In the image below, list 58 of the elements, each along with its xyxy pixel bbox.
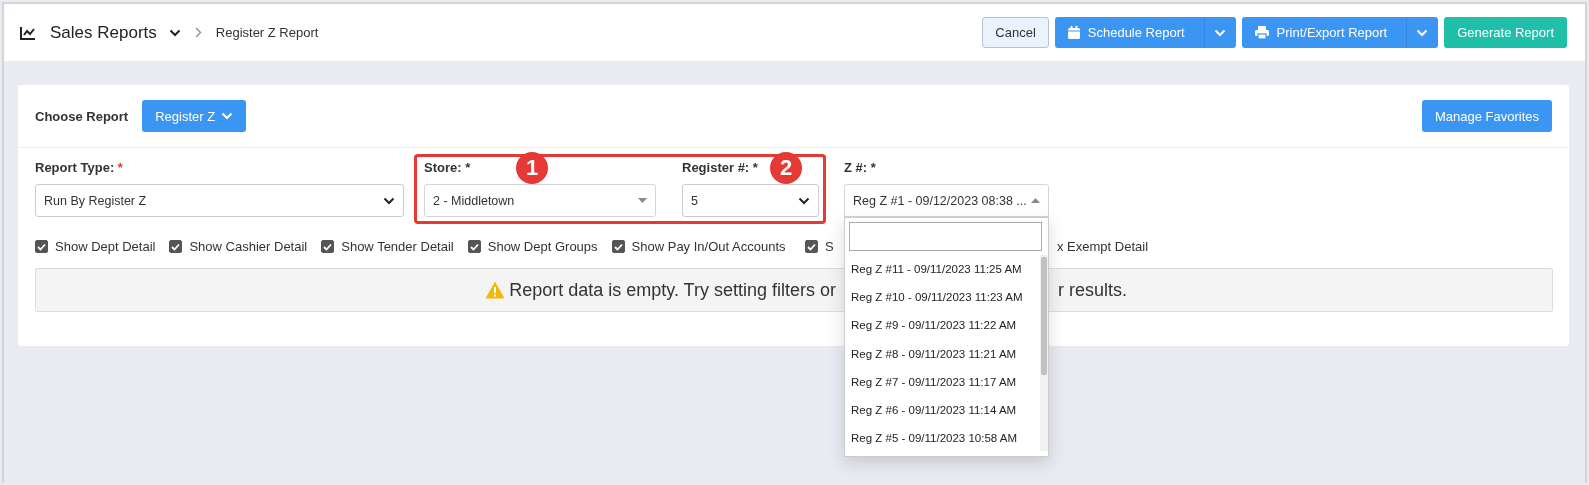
combo-field[interactable]: 2 - Middletown	[424, 184, 656, 217]
select-value: 2 - Middletown	[433, 193, 515, 208]
checkbox[interactable]	[805, 240, 818, 253]
chevron-down-icon	[383, 196, 395, 205]
select-value: Run By Register Z	[44, 193, 147, 208]
triangle-down-icon	[638, 198, 647, 203]
field-label: Register #: *	[682, 160, 758, 175]
dropdown-option[interactable]: Reg Z #9 - 09/11/2023 11:22 AM	[851, 311, 1023, 340]
select-value: 5	[691, 193, 698, 208]
checkbox[interactable]	[467, 240, 481, 253]
select-value: Reg Z #1 - 09/12/2023 08:38 ...	[853, 193, 1027, 208]
breadcrumb: Register Z Report	[215, 25, 319, 40]
dropdown-toggle[interactable]	[1406, 17, 1439, 48]
checkbox-label: x Exempt Detail	[1057, 239, 1149, 254]
dropdown-option[interactable]: Reg Z #6 - 09/11/2023 11:14 AM	[851, 395, 1023, 425]
field-label: Report Type:	[35, 160, 115, 175]
triangle-up-icon	[1031, 198, 1040, 203]
checkbox[interactable]	[321, 240, 335, 253]
dropdown-option[interactable]: Reg Z #11 - 09/11/2023 11:25 AM	[851, 255, 1023, 284]
checkbox-label: Show Tender Detail	[341, 239, 454, 254]
checkbox-label: Show Pay In/Out Accounts	[631, 239, 786, 254]
dropdown-option[interactable]: Reg Z #7 - 09/11/2023 11:17 AM	[851, 367, 1023, 396]
combo-field[interactable]: Reg Z #1 - 09/12/2023 08:38 ...	[844, 184, 1049, 217]
chevron-right-icon	[194, 27, 202, 38]
dropdown-option[interactable]: Reg Z #5 - 09/11/2023 10:58 AM	[851, 424, 1023, 453]
dropdown-option[interactable]: Reg Z #10 - 09/11/2023 11:23 AM	[851, 283, 1023, 312]
annotation-badge: 1	[516, 152, 548, 184]
select-field[interactable]: Run By Register Z	[35, 184, 404, 217]
required-mark: *	[117, 160, 123, 175]
checkbox[interactable]	[169, 240, 183, 253]
dropdown-toggle[interactable]	[1203, 17, 1236, 48]
checkbox-label: S	[825, 239, 834, 254]
empty-message: r results.	[1058, 279, 1128, 301]
cancel-button[interactable]: Cancel	[982, 17, 1049, 48]
choose-report-label: Choose Report	[35, 108, 129, 124]
search-field[interactable]	[849, 222, 1042, 251]
empty-message: Report data is empty. Try setting filters or	[509, 279, 836, 301]
checkbox-label: Show Cashier Detail	[189, 239, 308, 254]
caret-icon	[221, 112, 234, 120]
printer-icon	[1254, 26, 1269, 39]
scrollbar[interactable]	[1040, 255, 1048, 451]
checkbox-label: Show Dept Groups	[487, 239, 598, 254]
dropdown-option[interactable]: Reg Z #8 - 09/11/2023 11:21 AM	[851, 339, 1023, 368]
field-label: Z #: *	[844, 160, 876, 175]
field-label: Store: *	[424, 160, 471, 175]
caret-icon	[1416, 28, 1429, 37]
checkbox[interactable]	[611, 240, 625, 253]
caret-icon	[1213, 28, 1226, 37]
checkbox-label: Show Dept Detail	[55, 239, 156, 254]
line-chart-icon	[20, 25, 36, 40]
checkbox[interactable]	[35, 240, 48, 253]
annotation-badge: 2	[770, 152, 802, 184]
chevron-down-icon	[168, 28, 181, 37]
select-field[interactable]: 5	[682, 184, 819, 217]
warning-icon	[485, 281, 506, 299]
chevron-down-icon	[798, 196, 810, 205]
page-title: Sales Reports	[50, 22, 157, 43]
calendar-icon	[1067, 26, 1080, 39]
